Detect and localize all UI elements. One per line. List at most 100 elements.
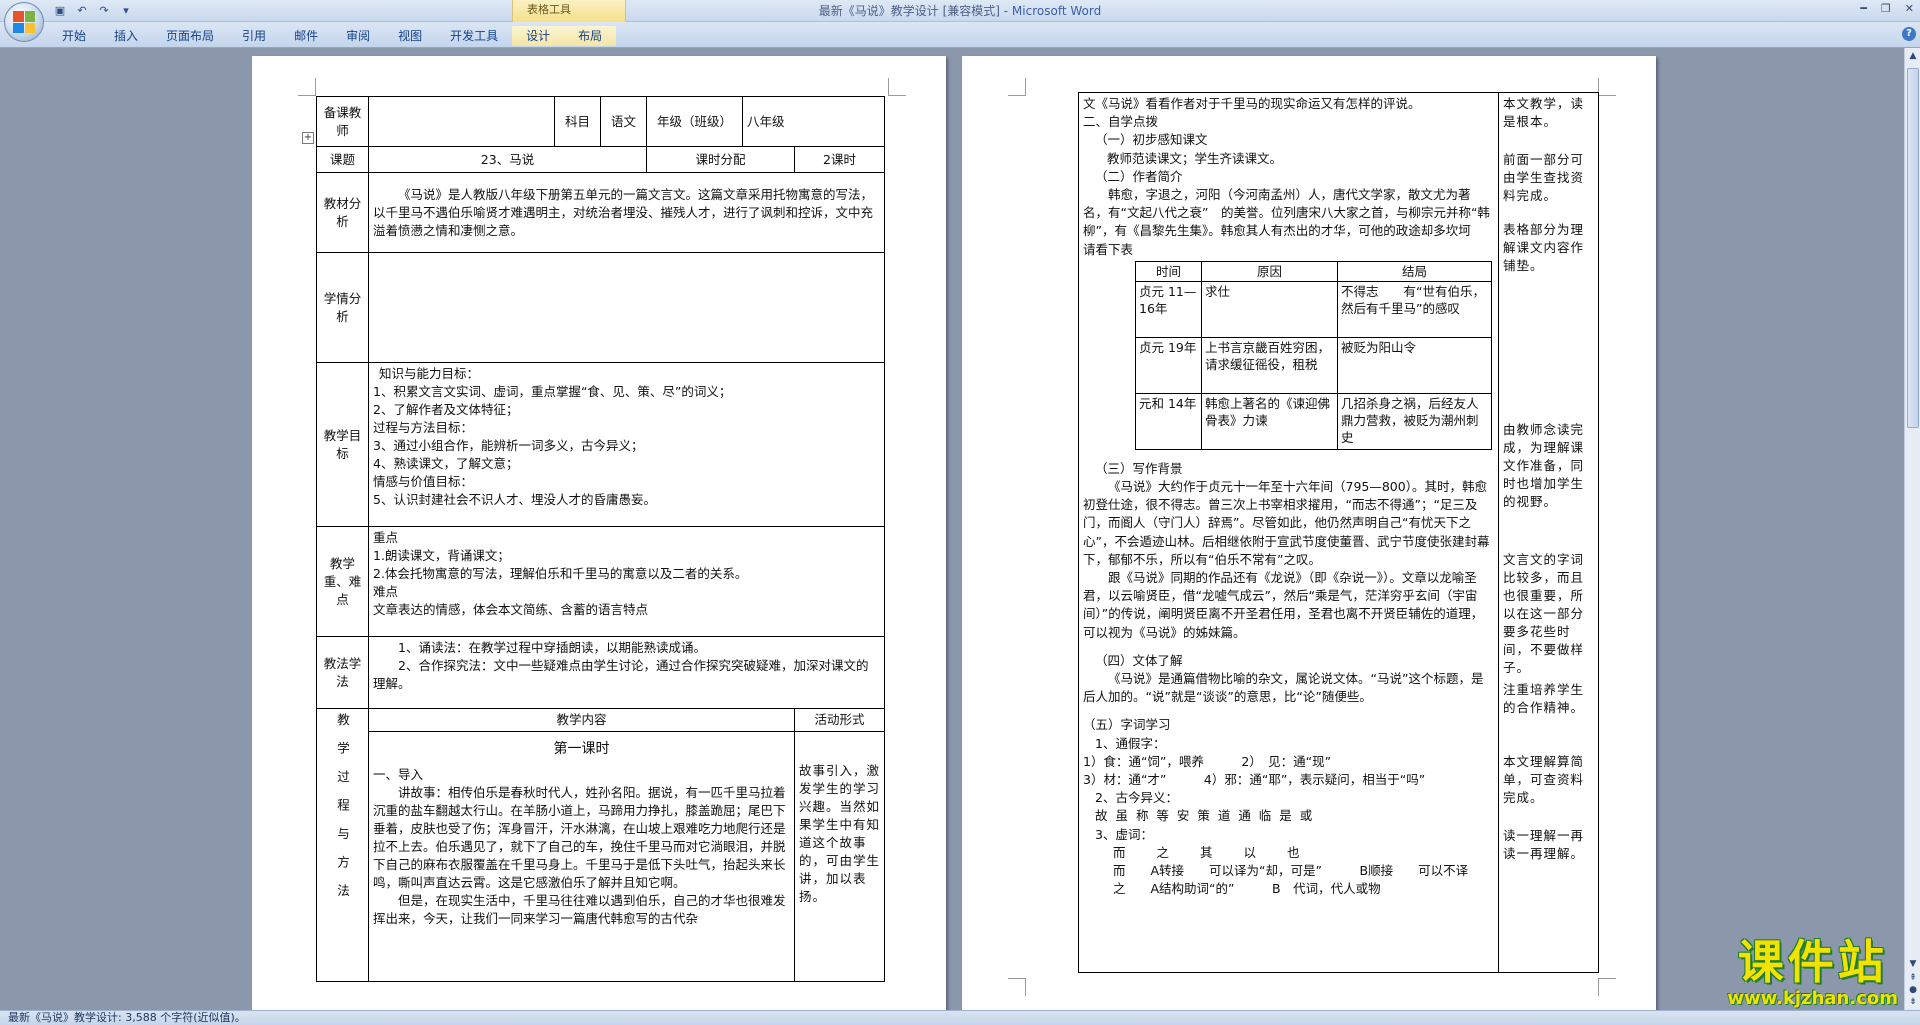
goals-line: 1、积累文言文实词、虚词，重点掌握“食、见、策、尽”的词义；: [373, 384, 732, 399]
vertical-scrollbar[interactable]: ▲ ▼ ⇞ ● ⇟: [1904, 48, 1920, 1010]
tongjia-line: 3）材：通“才” 4）邪：通“耶”，表示疑问，相当于“吗”: [1083, 772, 1426, 788]
next-page-icon[interactable]: ⇟: [1907, 996, 1919, 1008]
timeline-header: 原因: [1201, 260, 1338, 282]
material-text[interactable]: 《马说》是人教版八年级下册第五单元的一篇文言文。这篇文章采用托物寓意的写法，以千…: [367, 172, 886, 253]
side-note: 注重培养学生的合作精神。: [1503, 682, 1585, 715]
intro-text: 讲故事：相传伯乐是春秋时代人，姓孙名阳。据说，有一匹千里马拉着沉重的盐车翻越太行…: [373, 785, 786, 890]
xuci-zhi: 之 A结构助词“的” B 代词，代人或物: [1113, 881, 1381, 897]
document-area[interactable]: 备课教师 科目 语文 年级（班级） 八年级 课题 23、马说 课时分配 2课时 …: [0, 48, 1904, 1010]
self-study-heading: 二、自学点拨: [1083, 114, 1159, 130]
process-content[interactable]: 第一课时 一、导入 讲故事：相传伯乐是春秋时代人，姓孙名阳。据说，有一匹千里马拉…: [368, 731, 795, 982]
goals-text[interactable]: 知识与能力目标： 1、积累文言文实词、虚词，重点掌握“食、见、策、尽”的词义； …: [367, 362, 886, 527]
grade-value[interactable]: 八年级: [741, 96, 886, 147]
tab-developer[interactable]: 开发工具: [436, 26, 512, 46]
side-note: 读一理解一再读一再理解。: [1503, 828, 1585, 861]
timeline-cell[interactable]: 被贬为阳山令: [1337, 336, 1492, 394]
previous-page-icon[interactable]: ⇞: [1907, 972, 1919, 984]
minimize-icon[interactable]: ━: [1860, 2, 1867, 15]
methods-line: 2、合作探究法：文中一些疑难点由学生讨论，通过合作探究突破疑难，加深对课文的理解…: [373, 658, 869, 691]
keypoints-line: 难点: [373, 584, 399, 599]
timeline-cell[interactable]: 几招杀身之祸，后经友人鼎力营救，被贬为潮州刺史: [1337, 392, 1492, 450]
tab-insert[interactable]: 插入: [100, 26, 152, 46]
office-button[interactable]: [4, 2, 44, 42]
redo-icon[interactable]: ↷: [96, 3, 112, 19]
perceive-heading: （一）初步感知课文: [1095, 132, 1208, 148]
app-name: Microsoft Word: [1011, 4, 1102, 18]
page-left[interactable]: 备课教师 科目 语文 年级（班级） 八年级 课题 23、马说 课时分配 2课时 …: [252, 56, 946, 1010]
timeline-cell[interactable]: 上书言京畿百姓穷困，请求缓征徭役，租税: [1201, 336, 1338, 394]
gujin-words: 故 虽 称 等 安 策 道 通 临 是 或: [1095, 808, 1315, 824]
timeline-cell[interactable]: 贞元 11—16年: [1135, 280, 1202, 338]
background-text: 《马说》大约作于贞元十一年至十六年间（795—800）。其时，韩愈初登仕途，很不…: [1083, 479, 1490, 567]
tab-home[interactable]: 开始: [48, 26, 100, 46]
table-move-handle-icon[interactable]: +: [302, 132, 314, 144]
maximize-icon[interactable]: ❐: [1881, 2, 1891, 15]
genre-heading: （四）文体了解: [1095, 652, 1183, 668]
tab-references[interactable]: 引用: [228, 26, 280, 46]
tab-layout[interactable]: 布局: [564, 26, 617, 46]
status-text: 最新《马说》教学设计: 3,588 个字符(近似值)。: [8, 1011, 246, 1024]
tab-page-layout[interactable]: 页面布局: [152, 26, 228, 46]
goals-line: 4、熟读课文，了解文意；: [373, 456, 519, 471]
learning-text[interactable]: [367, 252, 886, 363]
timeline-cell[interactable]: 求仕: [1201, 280, 1338, 338]
process-content-continued[interactable]: 文《马说》看看作者对于千里马的现实命运又有怎样的评说。 二、自学点拨 （一）初步…: [1078, 92, 1499, 973]
author-text: 韩愈，字退之，河阳（今河南孟州）人，唐代文学家，散文尤为著名，有“文起八代之衰”…: [1083, 187, 1496, 257]
status-bar: 最新《马说》教学设计: 3,588 个字符(近似值)。: [0, 1010, 1920, 1025]
genre-text: 《马说》是通篇借物比喻的杂文，属论说文体。“马说”这个标题，是后人加的。“说”就…: [1083, 671, 1484, 705]
continuation-text: 文《马说》看看作者对于千里马的现实命运又有怎样的评说。: [1083, 96, 1421, 111]
process-label-text: 教学过程与方法: [335, 713, 350, 913]
scroll-up-icon[interactable]: ▲: [1907, 50, 1919, 62]
intro-heading: 一、导入: [373, 767, 424, 782]
tab-design[interactable]: 设计: [512, 26, 565, 46]
keypoints-line: 文章表达的情感，体会本文简练、含蓄的语言特点: [373, 602, 649, 617]
title-bar: ▣ ↶ ↷ ▾ 表格工具 最新《马说》教学设计 [兼容模式] - Microso…: [0, 0, 1920, 22]
tab-mailings[interactable]: 邮件: [280, 26, 332, 46]
ribbon-tabs: 开始 插入 页面布局 引用 邮件 审阅 视图 开发工具 设计 布局: [48, 26, 617, 46]
intro-text-2: 但是，在现实生活中，千里马往往难以遇到伯乐，自己的才华也很难发挥出来，今天，让我…: [373, 893, 786, 926]
goals-line: 3、通过小组合作，能辨析一词多义，古今异义；: [373, 438, 644, 453]
close-icon[interactable]: ✕: [1905, 2, 1914, 15]
timeline-cell[interactable]: 韩愈上著名的《谏迎佛骨表》力谏: [1201, 392, 1338, 450]
activity-content[interactable]: 故事引入，激发学生的学习兴趣。当然如果学生中有知道这个故事的，可由学生讲，加以表…: [793, 731, 886, 982]
teacher-label: 备课教师: [316, 96, 369, 147]
tab-review[interactable]: 审阅: [332, 26, 384, 46]
author-timeline-table[interactable]: 时间 原因 结局 贞元 11—16年 求仕 不得志 有“世有伯乐，然后有千里马”…: [1135, 260, 1492, 450]
lesson-plan-table[interactable]: 备课教师 科目 语文 年级（班级） 八年级 课题 23、马说 课时分配 2课时 …: [316, 96, 886, 982]
page-right[interactable]: 文《马说》看看作者对于千里马的现实命运又有怎样的评说。 二、自学点拨 （一）初步…: [962, 56, 1656, 1010]
watermark-title: 课件站: [1737, 935, 1888, 989]
subject-value[interactable]: 语文: [600, 96, 647, 147]
content-header: 教学内容: [368, 708, 795, 732]
lesson-plan-continued-table[interactable]: 文《马说》看看作者对于千里马的现实命运又有怎样的评说。 二、自学点拨 （一）初步…: [1078, 92, 1599, 973]
customize-qat-icon[interactable]: ▾: [118, 3, 134, 19]
timeline-cell[interactable]: 不得志 有“世有伯乐，然后有千里马”的感叹: [1337, 280, 1492, 338]
scroll-thumb[interactable]: [1907, 68, 1919, 428]
timeline-header: 结局: [1337, 260, 1492, 282]
author-heading: （二）作者简介: [1095, 168, 1183, 184]
document-title: 最新《马说》教学设计 [兼容模式] -: [818, 4, 1012, 18]
process-label: 教学过程与方法: [316, 708, 369, 982]
lesson-title: 第一课时: [553, 741, 610, 757]
keypoints-line: 重点: [373, 530, 399, 545]
timeline-cell[interactable]: 贞元 19年: [1135, 336, 1202, 394]
undo-icon[interactable]: ↶: [74, 3, 90, 19]
tab-view[interactable]: 视图: [384, 26, 436, 46]
office-logo-icon: [13, 11, 35, 33]
hours-value[interactable]: 2课时: [793, 146, 886, 173]
tongjia-heading: 1、通假字：: [1095, 735, 1166, 751]
teacher-cell[interactable]: [368, 96, 555, 147]
topic-value[interactable]: 23、马说: [368, 146, 647, 173]
side-note: 前面一部分可由学生查找资料完成。: [1503, 152, 1585, 203]
methods-text[interactable]: 1、诵读法：在教学过程中穿插朗读，以期能熟读成诵。 2、合作探究法：文中一些疑难…: [367, 636, 886, 709]
help-icon[interactable]: ?: [1902, 27, 1916, 41]
margin-corner-mark: [888, 78, 906, 96]
scroll-down-icon[interactable]: ▼: [1907, 958, 1919, 970]
keypoints-text[interactable]: 重点 1.朗读课文，背诵课文； 2.体会托物寓意的写法，理解伯乐和千里马的寓意以…: [367, 526, 886, 637]
methods-line: 1、诵读法：在教学过程中穿插朗读，以期能熟读成诵。: [398, 640, 706, 655]
keypoints-label: 教学重、难点: [316, 526, 369, 637]
timeline-cell[interactable]: 元和 14年: [1135, 392, 1202, 450]
activity-content-continued[interactable]: 本文教学，读是根本。 前面一部分可由学生查找资料完成。 表格部分为理解课文内容作…: [1498, 92, 1599, 973]
side-note: 本文理解算简单，可查资料完成。: [1503, 754, 1585, 805]
save-icon[interactable]: ▣: [52, 3, 68, 19]
browse-object-icon[interactable]: ●: [1907, 984, 1919, 996]
